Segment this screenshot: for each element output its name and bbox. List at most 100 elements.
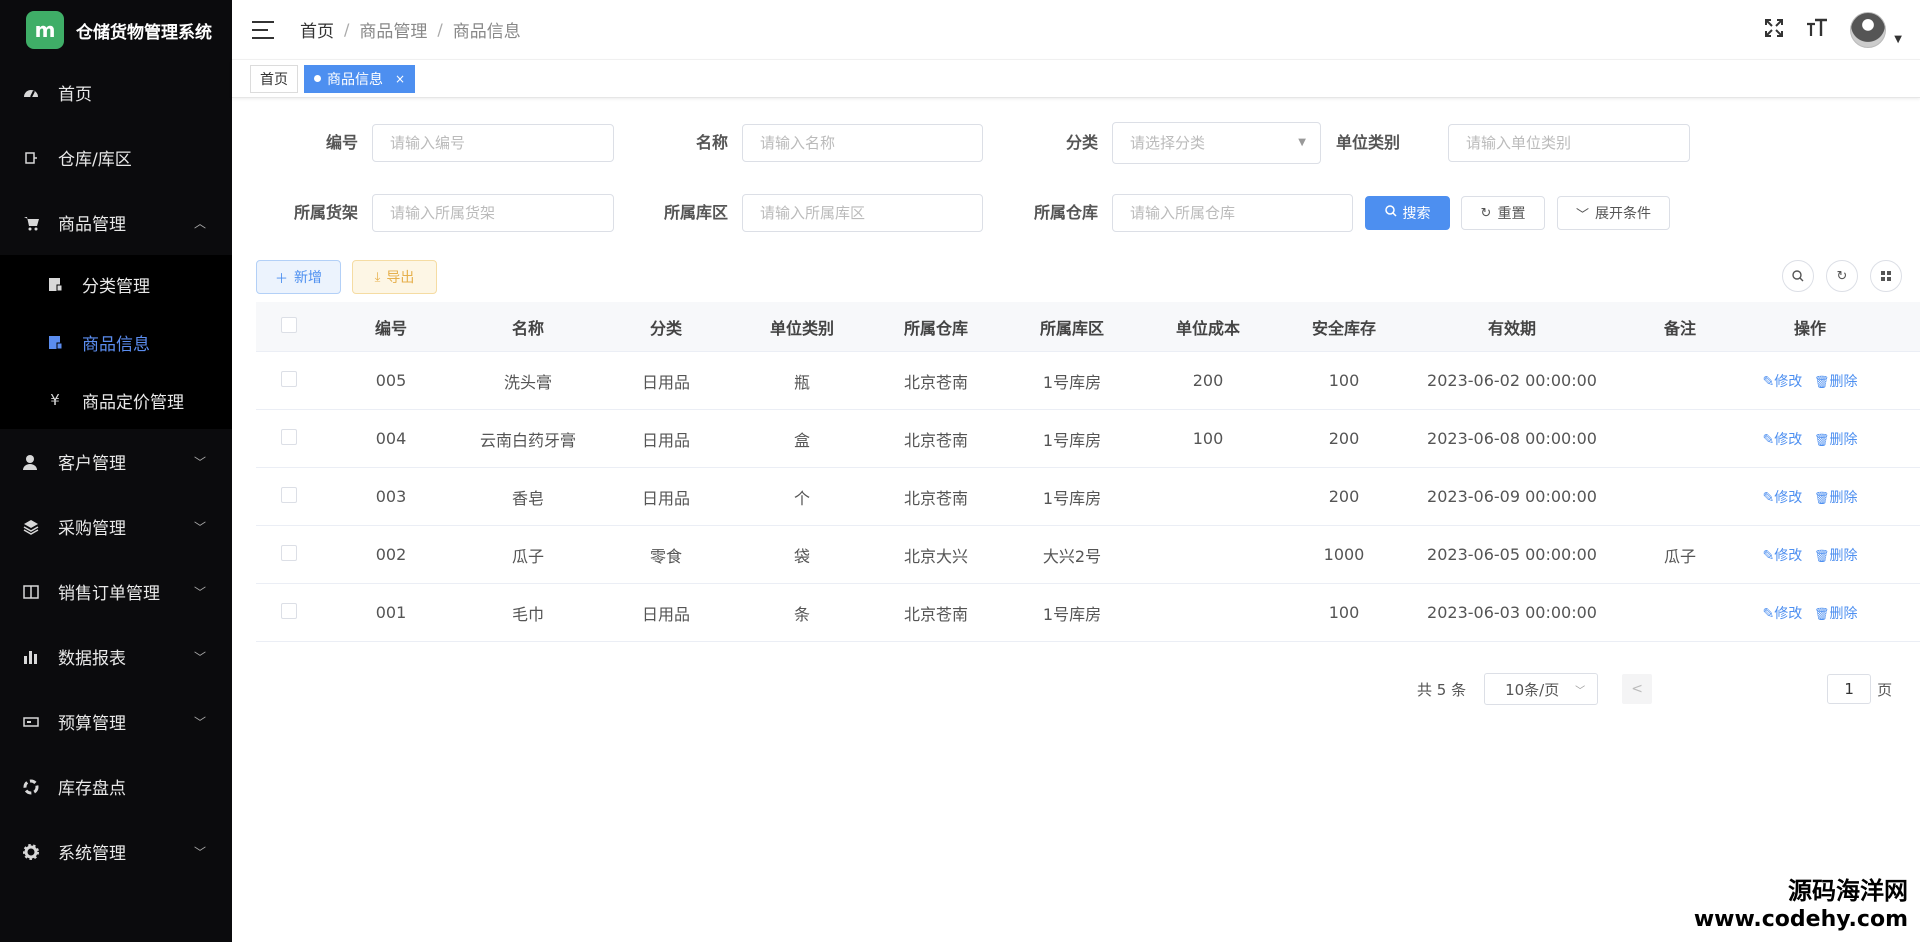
cart-icon [22,214,40,232]
label-warehouse: 所属仓库 [1033,203,1098,222]
category-select[interactable]: 请选择分类 ▼ [1112,122,1321,164]
font-size-icon[interactable] [1806,18,1828,43]
sidebar-item-label: 商品管理 [58,215,126,235]
search-button[interactable]: 搜索 [1365,196,1450,230]
table-cell: 1号库房 [1042,604,1102,624]
sidebar-item-goods-management[interactable]: 商品管理 ︿ [0,190,232,255]
budget-icon [22,713,40,731]
brand[interactable]: m 仓储货物管理系统 [0,0,232,60]
menu-toggle-icon[interactable] [252,20,274,39]
operations-cell: ✎修改 🗑删除 [1748,371,1872,391]
table-cell: 北京苍南 [903,372,968,392]
name-input[interactable]: 请输入名称 [742,124,983,162]
breadcrumb-goods-management[interactable]: 商品管理 [359,17,427,42]
table-cell: 洗头膏 [503,372,552,392]
label-area: 所属库区 [663,203,728,222]
shelf-input[interactable]: 请输入所属货架 [372,194,614,232]
expand-conditions-button[interactable]: ﹀ 展开条件 [1557,196,1670,230]
delete-button[interactable]: 🗑删除 [1814,374,1857,390]
avatar[interactable] [1850,12,1887,48]
sidebar-item-warehouse[interactable]: 仓库/库区 [0,125,232,190]
sidebar-item-label: 预算管理 [58,714,126,734]
column-header: 单位类别 [769,318,834,338]
sidebar-item-goods-info[interactable]: 商品信息 [0,313,232,371]
trash-icon: 🗑 [1814,374,1830,389]
edit-button[interactable]: ✎修改 [1763,374,1803,390]
fullscreen-icon[interactable] [1764,18,1784,43]
search-button-label: 搜索 [1402,206,1431,222]
sidebar-item-sales-orders[interactable]: 销售订单管理 ﹀ [0,559,232,624]
table-cell: 大兴2号 [1042,546,1102,566]
bar-chart-icon [22,648,40,666]
table-cell: 005 [375,371,407,390]
row-checkbox[interactable] [281,544,297,561]
row-checkbox-cell [256,544,322,565]
jump-page-input[interactable]: 1 [1827,674,1872,704]
sidebar-item-pricing[interactable]: ¥ 商品定价管理 [0,371,232,429]
export-button[interactable]: ⤓ 导出 [352,260,437,294]
table-cell: 2023-06-05 00:00:00 [1427,545,1597,564]
header: 首页 / 商品管理 / 商品信息 ▼ [232,0,1920,60]
area-input[interactable]: 请输入所属库区 [742,194,983,232]
row-checkbox[interactable] [281,602,297,619]
edit-button[interactable]: ✎修改 [1763,432,1803,448]
unit-type-input[interactable]: 请输入单位类别 [1448,124,1690,162]
sidebar-item-system[interactable]: 系统管理 ﹀ [0,819,232,884]
table-cell: 毛巾 [511,604,544,624]
table-cell: 云南白药牙膏 [479,430,576,450]
table-cell: 北京苍南 [903,604,968,624]
table-cell: 200 [1328,429,1360,448]
edit-button[interactable]: ✎修改 [1763,606,1803,622]
table-cell: 日用品 [641,430,690,450]
delete-button[interactable]: 🗑删除 [1814,548,1857,564]
inventory-icon [22,778,40,796]
close-icon[interactable]: × [395,72,405,86]
edit-button[interactable]: ✎修改 [1763,548,1803,564]
search-icon [1792,270,1804,282]
delete-button[interactable]: 🗑删除 [1814,606,1857,622]
operations-cell: ✎修改 🗑删除 [1748,603,1872,623]
columns-button[interactable] [1870,260,1902,292]
refresh-button[interactable]: ↻ [1826,260,1858,292]
row-checkbox[interactable] [281,486,297,503]
warehouse-input[interactable]: 请输入所属仓库 [1112,194,1353,232]
edit-label: 修改 [1774,605,1803,622]
edit-label: 修改 [1774,431,1803,448]
sidebar-item-label: 商品信息 [82,334,150,355]
add-button[interactable]: ＋ 新增 [256,260,341,294]
tag-home[interactable]: 首页 [250,64,298,93]
label-code: 编号 [325,133,358,152]
caret-down-icon[interactable]: ▼ [1894,34,1902,45]
sidebar-item-home[interactable]: 首页 [0,60,232,125]
delete-button[interactable]: 🗑删除 [1814,490,1857,506]
sidebar-item-inventory[interactable]: 库存盘点 [0,754,232,819]
prev-page-button[interactable]: < [1622,674,1653,704]
search-icon [1384,205,1397,221]
table-cell: 瓶 [793,372,810,392]
watermark-en: www.codehy.com [1693,907,1908,932]
sidebar-item-budget[interactable]: 预算管理 ﹀ [0,689,232,754]
table-cell: 100 [1328,603,1360,622]
reset-button[interactable]: ↻ 重置 [1461,196,1545,230]
delete-button[interactable]: 🗑删除 [1814,432,1857,448]
code-input[interactable]: 请输入编号 [372,124,614,162]
edit-button[interactable]: ✎修改 [1763,490,1803,506]
sidebar-item-customers[interactable]: 客户管理 ﹀ [0,429,232,494]
table-cell: 003 [375,487,407,506]
sidebar-item-category[interactable]: 分类管理 [0,255,232,313]
tag-goods-info[interactable]: 商品信息 × [304,64,416,93]
sidebar-item-label: 库存盘点 [58,779,126,799]
breadcrumb-home[interactable]: 首页 [300,17,334,42]
select-all-checkbox[interactable] [281,316,297,333]
row-checkbox[interactable] [281,370,297,387]
sidebar-item-label: 系统管理 [58,844,126,864]
sidebar-item-reports[interactable]: 数据报表 ﹀ [0,624,232,689]
chevron-down-icon: ﹀ [193,845,206,859]
column-header: 操作 [1793,318,1826,338]
page-size-select[interactable]: 10条/页 ﹀ [1484,673,1599,705]
sidebar-item-label: 分类管理 [82,276,150,297]
sidebar-item-purchase[interactable]: 采购管理 ﹀ [0,494,232,559]
table-header: 编号 名称 分类 单位类别 所属仓库 所属库区 单位成本 安全库存 有效期 备注… [256,302,1920,352]
toggle-search-button[interactable] [1782,260,1814,292]
row-checkbox[interactable] [281,428,297,445]
